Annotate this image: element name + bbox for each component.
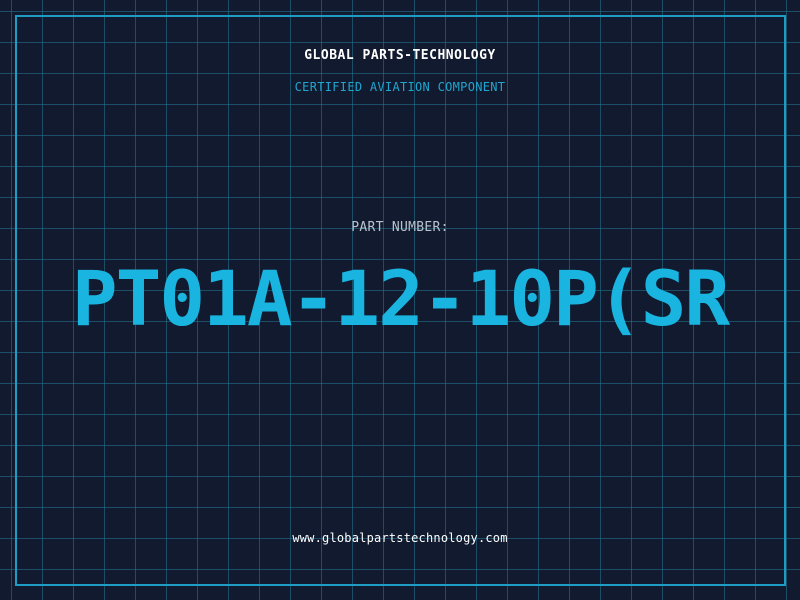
certificate-card: GLOBAL PARTS-TECHNOLOGY CERTIFIED AVIATI… [0, 0, 800, 600]
part-number-label: PART NUMBER: [351, 220, 449, 235]
company-name: GLOBAL PARTS-TECHNOLOGY [304, 48, 496, 63]
certification-subtitle: CERTIFIED AVIATION COMPONENT [294, 80, 506, 94]
website-url: www.globalpartstechnology.com [292, 531, 508, 545]
part-number-value: PT01A-12-10P(SR [71, 254, 730, 343]
